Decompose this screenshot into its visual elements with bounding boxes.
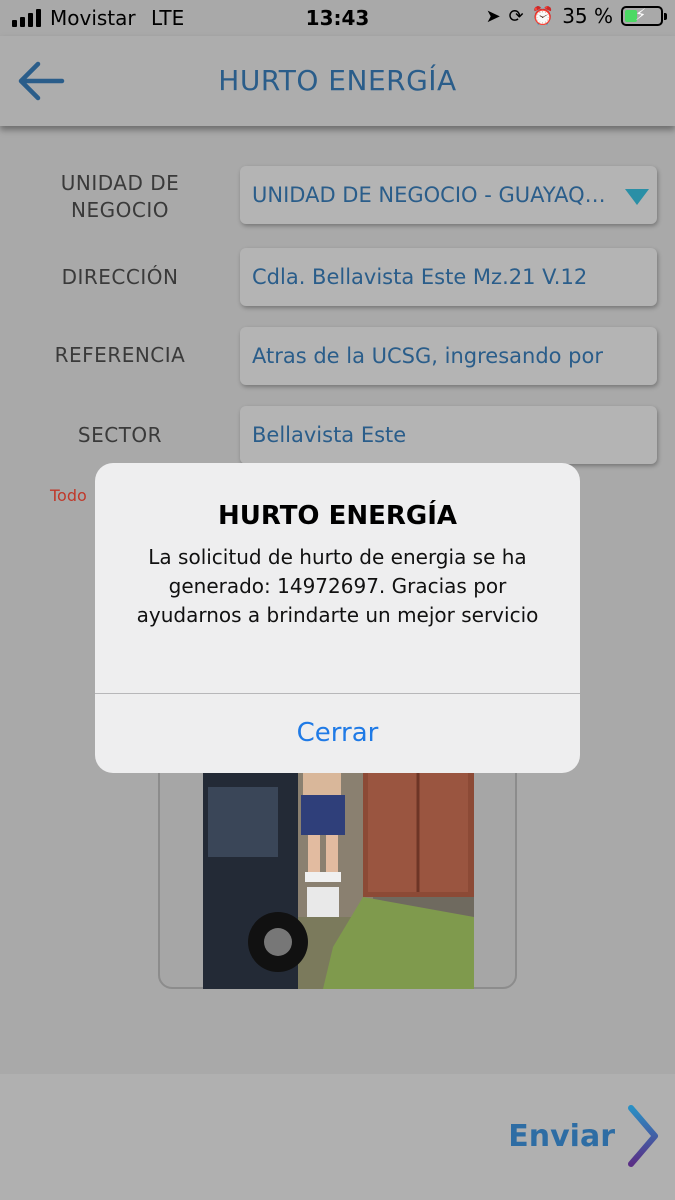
chevron-right-icon <box>628 1105 658 1167</box>
required-fields-note: Todo <box>50 486 87 505</box>
unidad-negocio-value: UNIDAD DE NEGOCIO - GUAYAQUIL <box>252 183 618 207</box>
sector-field[interactable]: Bellavista Este <box>240 406 657 464</box>
alert-message: La solicitud de hurto de energia se ha g… <box>136 545 539 627</box>
status-bar: Movistar LTE 13:43 ➤ ⟳ ⏰ 35 % ⚡ <box>0 0 675 36</box>
alert-title: HURTO ENERGÍA <box>217 501 458 531</box>
label-direccion: DIRECCIÓN <box>61 265 179 289</box>
photo-frame[interactable] <box>158 745 517 989</box>
location-arrow-icon: ➤ <box>485 5 501 27</box>
battery-charging-icon: ⚡ <box>621 5 667 26</box>
bottom-bar: Enviar <box>0 1074 675 1200</box>
send-label: Enviar <box>508 1118 615 1154</box>
label-referencia: REFERENCIA <box>54 343 186 367</box>
app-header: HURTO ENERGÍA <box>0 36 675 126</box>
orientation-lock-icon: ⟳ <box>508 5 524 27</box>
close-button[interactable]: Cerrar <box>95 694 580 773</box>
label-unidad-negocio: UNIDAD DE NEGOCIO <box>60 171 180 222</box>
battery-percent: 35 % <box>562 4 613 28</box>
evidence-photo <box>203 747 474 989</box>
page-title: HURTO ENERGÍA <box>218 64 457 97</box>
alarm-icon: ⏰ <box>531 5 555 27</box>
direccion-field[interactable]: Cdla. Bellavista Este Mz.21 V.12 <box>240 248 657 306</box>
referencia-field[interactable]: Atras de la UCSG, ingresando por <box>240 327 657 385</box>
alert-dialog: HURTO ENERGÍA La solicitud de hurto de e… <box>95 463 580 773</box>
label-sector: SECTOR <box>77 423 163 447</box>
dropdown-arrow-icon <box>625 189 649 205</box>
unidad-negocio-select[interactable]: UNIDAD DE NEGOCIO - GUAYAQUIL <box>240 166 657 224</box>
send-button[interactable]: Enviar <box>508 1104 661 1168</box>
